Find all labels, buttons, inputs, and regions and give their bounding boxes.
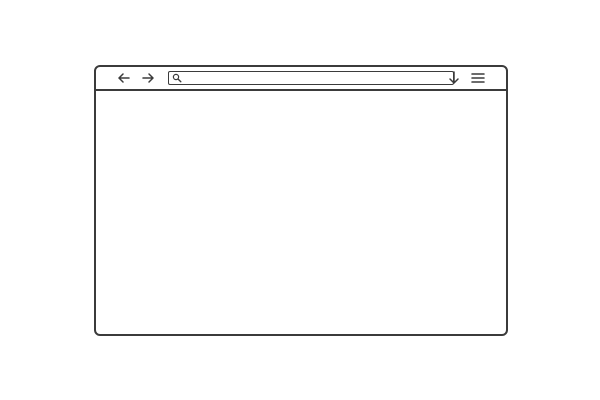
address-bar-input[interactable]: [168, 71, 454, 85]
menu-button[interactable]: [470, 70, 486, 86]
arrow-left-icon: [118, 73, 130, 83]
page-content-area[interactable]: [96, 91, 506, 334]
arrow-right-icon: [142, 73, 154, 83]
arrow-down-icon: [449, 71, 459, 84]
search-icon: [172, 73, 182, 83]
browser-window: [94, 65, 508, 336]
hamburger-menu-icon: [471, 73, 485, 83]
download-button[interactable]: [446, 70, 462, 86]
browser-toolbar: [96, 67, 506, 91]
back-button[interactable]: [116, 70, 132, 86]
forward-button[interactable]: [140, 70, 156, 86]
